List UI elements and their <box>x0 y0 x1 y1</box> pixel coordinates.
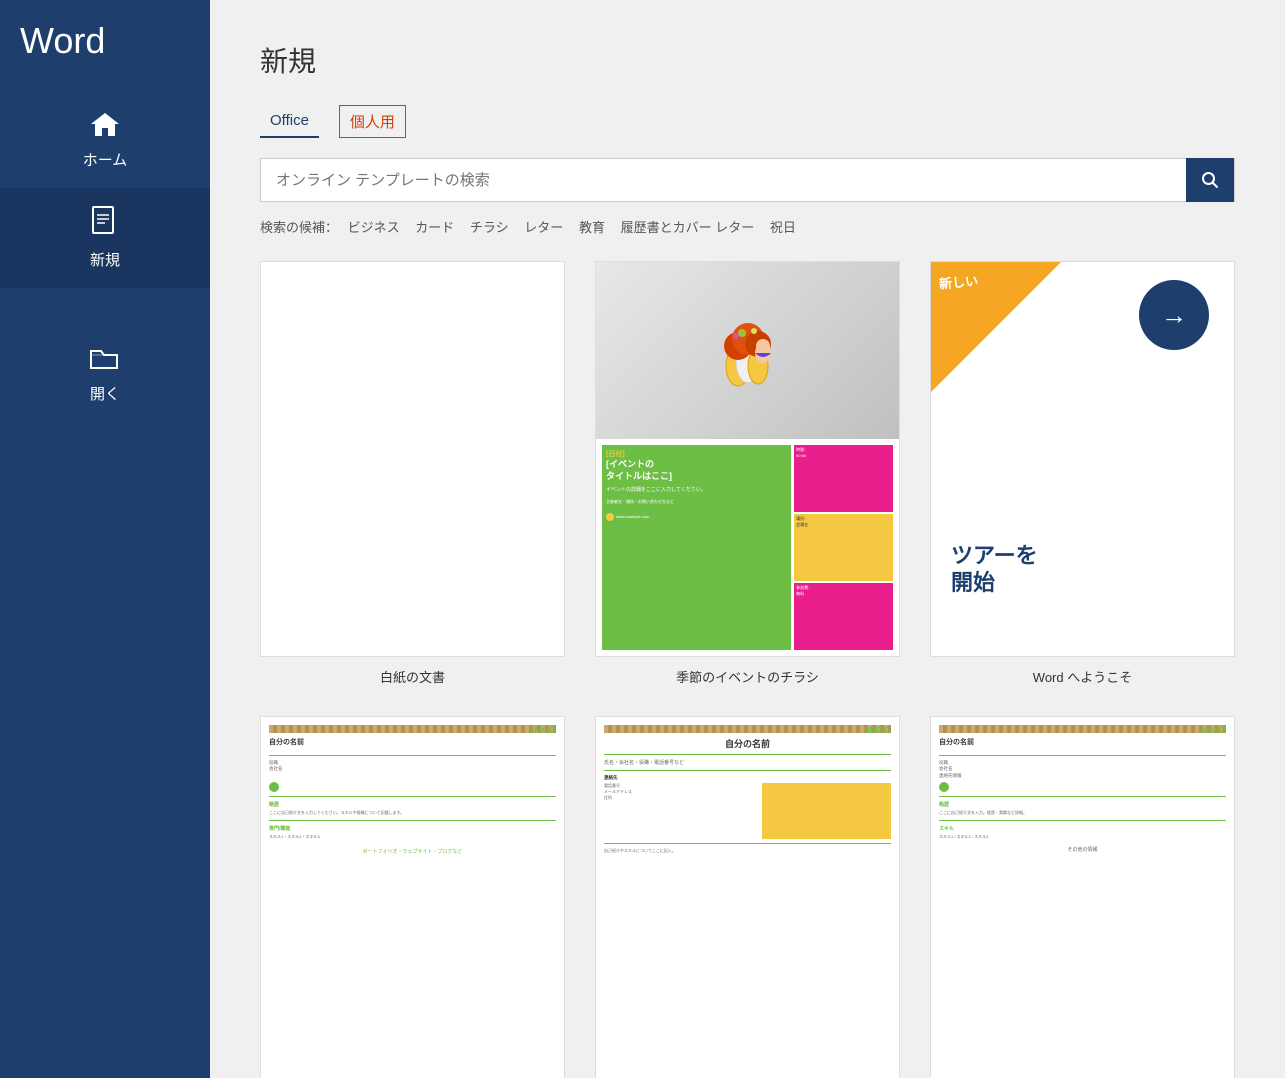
suggestion-education[interactable]: 教育 <box>579 220 605 235</box>
suggestion-flyer[interactable]: チラシ <box>470 220 509 235</box>
suggestion-holiday[interactable]: 祝日 <box>770 220 796 235</box>
template-moo3[interactable]: ♠MOO 自分の名前 役職 会社名 連絡先情報 略歴 ここに自己紹介文を入力。経… <box>930 716 1235 1078</box>
sidebar-item-home[interactable]: ホーム <box>0 92 210 188</box>
moo3-thumb: ♠MOO 自分の名前 役職 会社名 連絡先情報 略歴 ここに自己紹介文を入力。経… <box>930 716 1235 1078</box>
seasonal-thumb: [日付] [イベントのタイトルはここ] イベントの詳細をここに入力してください。… <box>595 261 900 657</box>
template-seasonal[interactable]: [日付] [イベントのタイトルはここ] イベントの詳細をここに入力してください。… <box>595 261 900 686</box>
moo1-thumb: ♠MOO 自分の名前 役職 会社名 略歴 ここに自己紹介文を入力してください。ス… <box>260 716 565 1078</box>
template-moo2[interactable]: ♠MOO 自分の名前 氏名・会社名・役職・電話番号など 連絡先 電話番号メールア… <box>595 716 900 1078</box>
template-name-seasonal: 季節のイベントのチラシ <box>676 667 819 686</box>
sidebar-item-open[interactable]: 開く <box>0 328 210 422</box>
sidebar-item-new[interactable]: 新規 <box>0 188 210 288</box>
sidebar-label-home: ホーム <box>83 149 128 170</box>
sidebar-label-open: 開く <box>90 383 120 404</box>
suggestion-resume[interactable]: 履歴書とカバー レター <box>621 220 755 235</box>
tour-new-label: 新しい <box>938 270 979 292</box>
search-input[interactable] <box>261 172 1186 189</box>
tour-thumb: 新しい → ツアーを開始 <box>930 261 1235 657</box>
search-bar <box>260 158 1235 202</box>
moo2-thumb: ♠MOO 自分の名前 氏名・会社名・役職・電話番号など 連絡先 電話番号メールア… <box>595 716 900 1078</box>
new-doc-icon <box>91 206 119 243</box>
moo-logo-3: ♠MOO <box>1200 725 1226 735</box>
search-button[interactable] <box>1186 158 1234 202</box>
template-name-tour: Word へようこそ <box>1033 667 1132 686</box>
template-tour[interactable]: 新しい → ツアーを開始 Word へようこそ <box>930 261 1235 686</box>
sidebar: Word ホーム 新規 <box>0 0 210 1078</box>
sidebar-nav: ホーム 新規 開く <box>0 92 210 422</box>
sidebar-label-new: 新規 <box>90 249 120 270</box>
moo-logo-1: ♠MOO <box>530 725 556 735</box>
suggestions-label: 検索の候補： <box>260 220 338 235</box>
suggestion-business[interactable]: ビジネス <box>348 220 400 235</box>
main-content: 新規 Office 個人用 検索の候補： ビジネス カード チラシ レター 教育… <box>210 0 1285 1078</box>
tab-office[interactable]: Office <box>260 105 319 138</box>
flyer-image <box>596 262 899 439</box>
tour-text: ツアーを開始 <box>951 543 1038 596</box>
open-folder-icon <box>89 346 121 377</box>
home-icon <box>89 110 121 143</box>
suggestion-letter[interactable]: レター <box>524 220 563 235</box>
tour-circle: → <box>1139 280 1209 350</box>
template-moo1[interactable]: ♠MOO 自分の名前 役職 会社名 略歴 ここに自己紹介文を入力してください。ス… <box>260 716 565 1078</box>
template-grid: 白紙の文書 <box>260 261 1235 1078</box>
search-icon <box>1201 171 1219 189</box>
template-blank[interactable]: 白紙の文書 <box>260 261 565 686</box>
search-suggestions: 検索の候補： ビジネス カード チラシ レター 教育 履歴書とカバー レター 祝… <box>260 217 1235 236</box>
tab-personal[interactable]: 個人用 <box>339 105 406 138</box>
tab-bar: Office 個人用 <box>260 105 1235 138</box>
blank-thumb <box>260 261 565 657</box>
tour-arrow-icon: → <box>1161 300 1187 331</box>
template-name-blank: 白紙の文書 <box>380 667 445 686</box>
page-title: 新規 <box>260 40 1235 80</box>
moo-logo-2: ♠MOO <box>865 725 891 735</box>
app-title: Word <box>0 20 105 62</box>
suggestion-card[interactable]: カード <box>415 220 454 235</box>
